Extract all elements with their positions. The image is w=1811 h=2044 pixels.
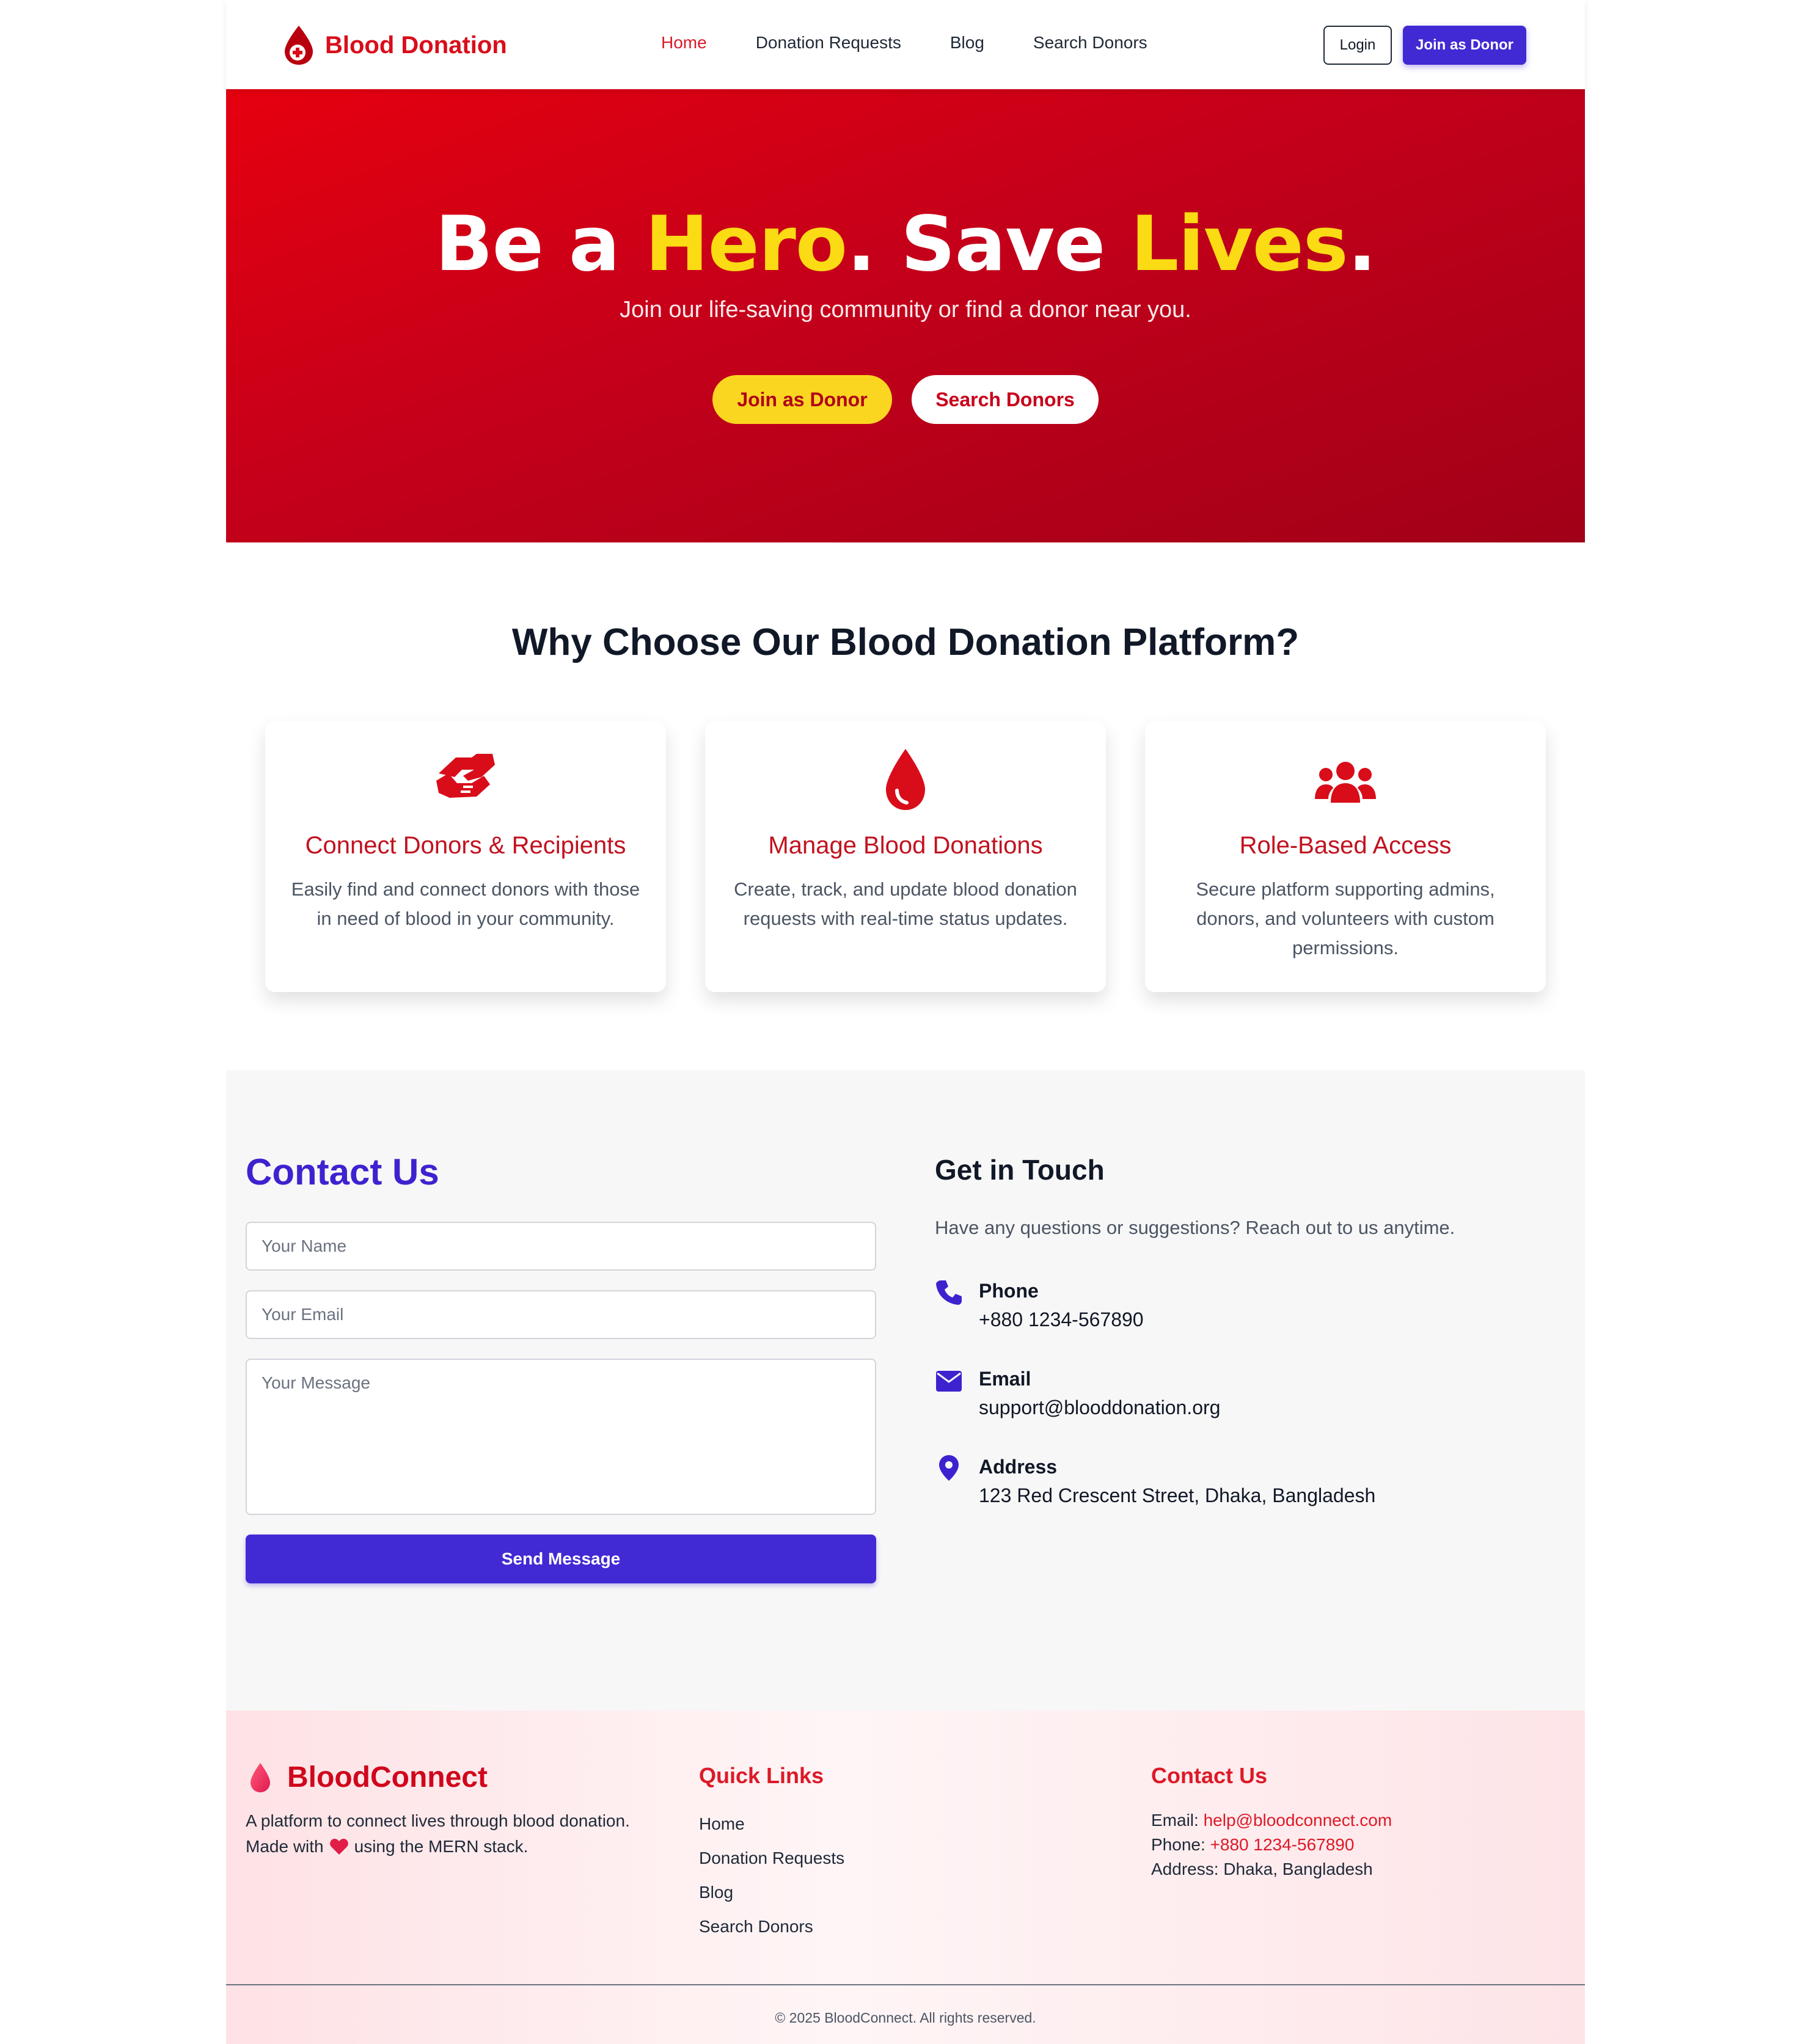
- nav-donation-requests[interactable]: Donation Requests: [756, 33, 901, 53]
- footer-desc-line: A platform to connect lives through bloo…: [246, 1811, 630, 1830]
- contact-section: Contact Us Your Name Your Email Your Mes…: [226, 1070, 1585, 1710]
- hero-search-button[interactable]: Search Donors: [912, 375, 1099, 424]
- brand-logo[interactable]: Blood Donation: [282, 23, 507, 67]
- nav-blog[interactable]: Blog: [950, 33, 984, 53]
- send-message-button[interactable]: Send Message: [246, 1535, 876, 1583]
- hero-join-button[interactable]: Join as Donor: [712, 375, 892, 424]
- feature-title: Connect Donors & Recipients: [305, 832, 626, 859]
- users-icon: [1315, 762, 1376, 803]
- feature-description: Create, track, and update blood donation…: [734, 878, 1077, 929]
- nav-links: Home Donation Requests Blog Search Donor…: [661, 33, 1196, 53]
- feature-card-roles: Role-Based Access Secure platform suppor…: [1145, 721, 1546, 992]
- name-input[interactable]: Your Name: [246, 1222, 876, 1271]
- nav-search-donors[interactable]: Search Donors: [1033, 33, 1147, 53]
- footer-phone-label: Phone:: [1151, 1835, 1206, 1854]
- footer-link-home[interactable]: Home: [699, 1807, 844, 1841]
- blood-drop-cross-icon: [285, 26, 313, 65]
- hero-title-highlight: Lives: [1130, 200, 1348, 288]
- address-info: Address 123 Red Crescent Street, Dhaka, …: [935, 1453, 1375, 1510]
- phone-info: Phone +880 1234-567890: [935, 1277, 1144, 1334]
- quick-links-title: Quick Links: [699, 1763, 824, 1788]
- hero-subtitle: Join our life-saving community or find a…: [620, 297, 1191, 323]
- phone-label: Phone: [979, 1280, 1039, 1302]
- copyright: © 2025 BloodConnect. All rights reserved…: [775, 2010, 1036, 2026]
- feature-description: Secure platform supporting admins, donor…: [1196, 878, 1495, 958]
- quick-links: Home Donation Requests Blog Search Donor…: [699, 1807, 844, 1944]
- phone-value: +880 1234-567890: [979, 1309, 1144, 1330]
- footer-phone-link[interactable]: +880 1234-567890: [1210, 1835, 1355, 1854]
- hero-section: Be a Hero. Save Lives. Join our life-sav…: [226, 89, 1585, 542]
- map-pin-icon: [939, 1455, 959, 1481]
- get-in-touch-title: Get in Touch: [935, 1154, 1105, 1186]
- page: Blood Donation Home Donation Requests Bl…: [226, 0, 1585, 2044]
- feature-card-manage: Manage Blood Donations Create, track, an…: [705, 721, 1106, 992]
- email-value: support@blooddonation.org: [979, 1396, 1221, 1418]
- feature-title: Manage Blood Donations: [768, 832, 1043, 859]
- footer-stack: using the MERN stack.: [354, 1837, 529, 1856]
- message-textarea[interactable]: Your Message: [246, 1359, 876, 1515]
- footer-email-link[interactable]: help@bloodconnect.com: [1204, 1811, 1392, 1830]
- phone-icon: [936, 1280, 962, 1305]
- navbar: Blood Donation Home Donation Requests Bl…: [226, 0, 1585, 89]
- footer-contact: Email: help@bloodconnect.com Phone: +880…: [1151, 1808, 1392, 1882]
- hero-buttons: Join as Donor Search Donors: [226, 375, 1585, 424]
- nav-home[interactable]: Home: [661, 33, 707, 53]
- blood-drop-icon: [251, 1762, 270, 1792]
- address-label: Address: [979, 1456, 1058, 1478]
- footer-brand: BloodConnect: [249, 1761, 488, 1794]
- footer-description: A platform to connect lives through bloo…: [246, 1808, 630, 1860]
- footer-email-label: Email:: [1151, 1811, 1199, 1830]
- hero-title-part: . Save: [847, 200, 1131, 288]
- footer-link-blog[interactable]: Blog: [699, 1875, 844, 1910]
- feature-description: Easily find and connect donors with thos…: [291, 878, 640, 929]
- email-label: Email: [979, 1368, 1031, 1390]
- hero-title-part: .: [1347, 200, 1377, 288]
- email-info: Email support@blooddonation.org: [935, 1365, 1220, 1422]
- hero-title: Be a Hero. Save Lives.: [226, 200, 1585, 288]
- features-title: Why Choose Our Blood Donation Platform?: [511, 621, 1300, 663]
- envelope-icon: [936, 1371, 962, 1392]
- footer-brand-name: BloodConnect: [287, 1761, 488, 1794]
- footer: BloodConnect A platform to connect lives…: [226, 1710, 1585, 2044]
- blood-drop-icon: [886, 749, 925, 810]
- hero-title-highlight: Hero: [645, 200, 847, 288]
- get-in-touch-subtitle: Have any questions or suggestions? Reach…: [935, 1217, 1455, 1238]
- hero-title-part: Be a: [435, 200, 645, 288]
- login-button[interactable]: Login: [1323, 26, 1392, 65]
- contact-title: Contact Us: [246, 1152, 439, 1192]
- nav-actions: Login Join as Donor: [1323, 26, 1526, 65]
- email-input[interactable]: Your Email: [246, 1290, 876, 1339]
- footer-address-label: Address:: [1151, 1860, 1219, 1878]
- handshake-icon: [436, 754, 495, 798]
- footer-divider: [226, 1984, 1585, 1985]
- footer-link-donation-requests[interactable]: Donation Requests: [699, 1841, 844, 1875]
- feature-title: Role-Based Access: [1239, 832, 1452, 859]
- footer-contact-title: Contact Us: [1151, 1763, 1268, 1788]
- footer-address: Dhaka, Bangladesh: [1223, 1860, 1373, 1878]
- heart-icon: [329, 1839, 348, 1855]
- join-as-donor-button[interactable]: Join as Donor: [1403, 26, 1526, 65]
- footer-made-with: Made with: [246, 1837, 324, 1856]
- footer-link-search-donors[interactable]: Search Donors: [699, 1910, 844, 1944]
- address-value: 123 Red Crescent Street, Dhaka, Banglade…: [979, 1484, 1376, 1506]
- feature-card-connect: Connect Donors & Recipients Easily find …: [265, 721, 666, 992]
- brand-name: Blood Donation: [325, 31, 507, 59]
